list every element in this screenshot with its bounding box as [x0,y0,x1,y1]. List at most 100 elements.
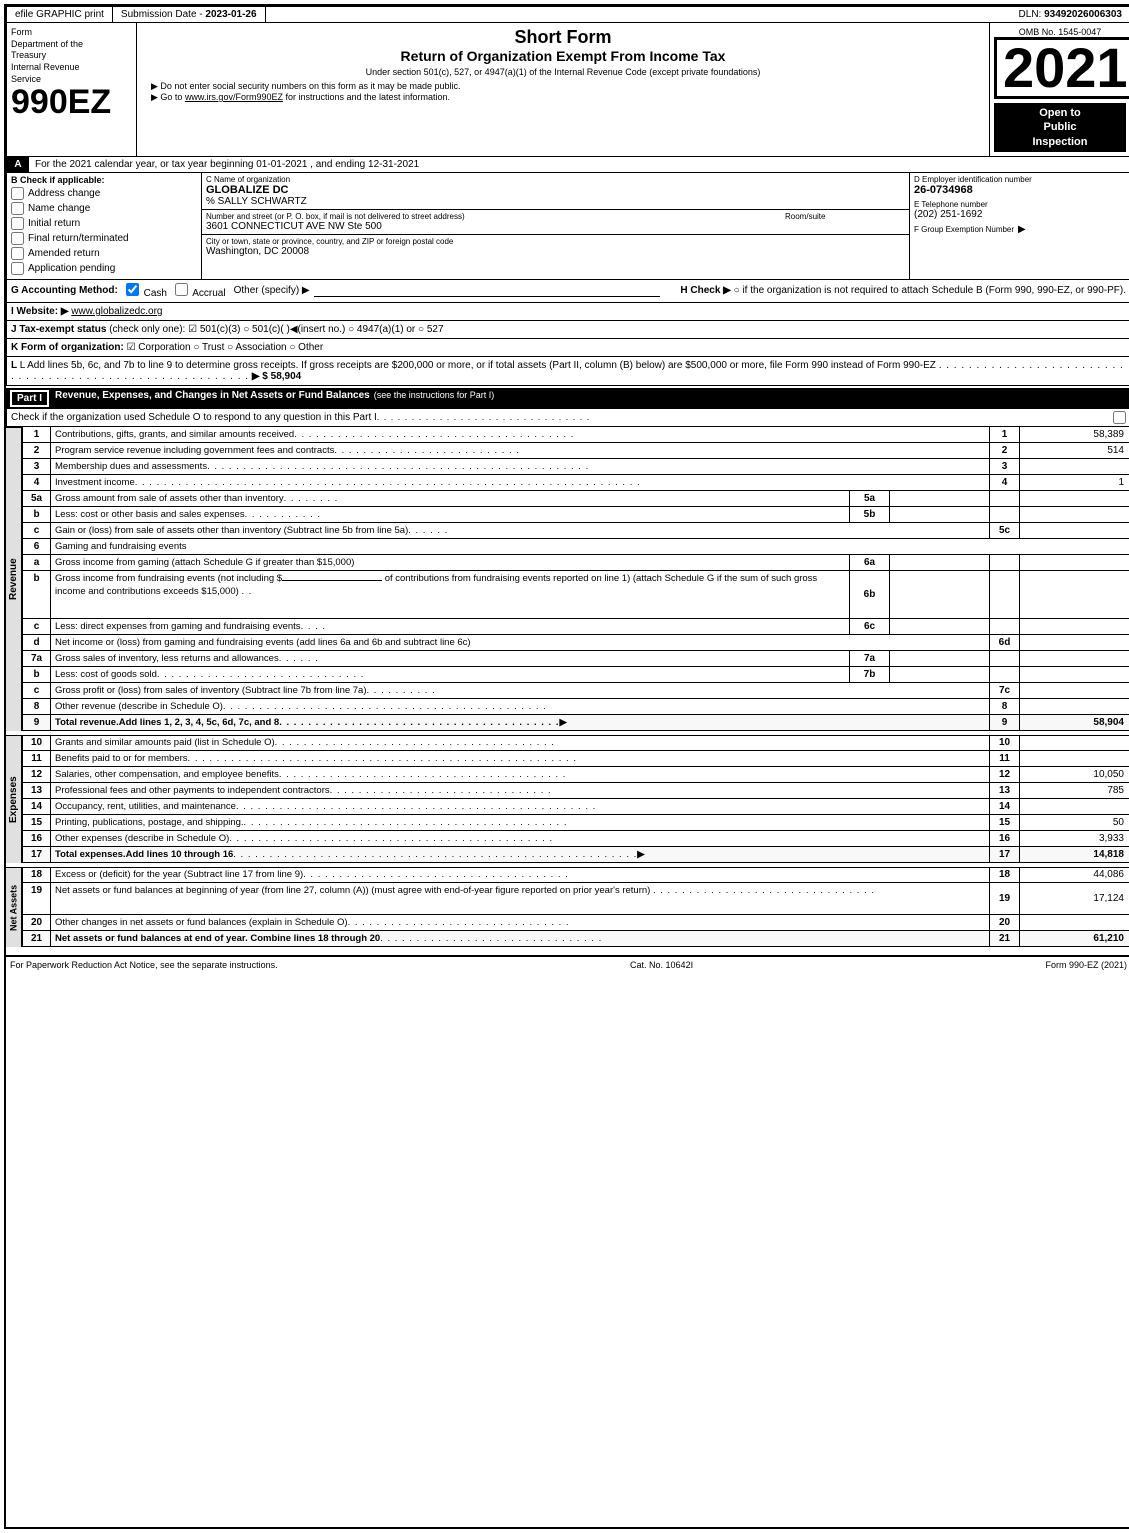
row-sub-value [890,619,990,634]
net-assets-section: Net Assets 18 Excess or (deficit) for th… [6,867,1129,947]
row-num: 17 [23,847,51,862]
table-row: 10 Grants and similar amounts paid (list… [22,735,1129,751]
table-row: 7a Gross sales of inventory, less return… [22,651,1129,667]
section-a-row: A For the 2021 calendar year, or tax yea… [6,157,1129,173]
row-label: Other revenue (describe in Schedule O) .… [51,699,990,714]
col-num: 13 [990,783,1020,798]
row-value [1020,619,1129,634]
e-label: E Telephone number [914,200,1126,209]
row-value [1020,523,1129,538]
name-change-label: Name change [28,203,90,214]
website-url: www.globalizedc.org [71,306,162,317]
sub-col: 6a [850,555,890,570]
table-row: 3 Membership dues and assessments . . . … [22,459,1129,475]
row-value: 1 [1020,475,1129,490]
row-label: Gross profit or (loss) from sales of inv… [51,683,990,698]
form-footer: Form 990-EZ (2021) [1045,960,1127,970]
street-row: Number and street (or P. O. box, if mail… [202,210,909,235]
table-row: 21 Net assets or fund balances at end of… [22,931,1129,947]
table-row: 14 Occupancy, rent, utilities, and maint… [22,799,1129,815]
row-value [1020,491,1129,506]
initial-return-row: Initial return [11,217,197,230]
col-num: 21 [990,931,1020,946]
final-return-checkbox[interactable] [11,232,24,245]
col-num: 11 [990,751,1020,766]
row-label: Total expenses. Add lines 10 through 16 … [51,847,990,862]
row-num: 14 [23,799,51,814]
address-change-row: Address change [11,187,197,200]
col-num-empty [990,651,1020,666]
instr2: ▶ Go to www.irs.gov/Form990EZ for instru… [141,92,985,103]
sub-col: 5b [850,507,890,522]
k-label: K Form of organization: [11,342,124,353]
row-label: Gain or (loss) from sale of assets other… [51,523,990,538]
section-a-label: A [7,157,29,172]
col-num: 14 [990,799,1020,814]
row-value [1020,915,1129,930]
app-pending-checkbox[interactable] [11,262,24,275]
row-num: 20 [23,915,51,930]
row-num: 16 [23,831,51,846]
row-value: 61,210 [1020,931,1129,946]
check-schedule-label: Check if the organization used Schedule … [11,412,377,423]
submission-date: Submission Date - 2023-01-26 [113,7,266,22]
section-a-text: For the 2021 calendar year, or tax year … [29,157,1129,172]
final-return-row: Final return/terminated [11,232,197,245]
row-value [1020,683,1129,698]
row-value: 58,389 [1020,427,1129,442]
row-num: d [23,635,51,650]
row-num: b [23,571,51,618]
row-label: Less: direct expenses from gaming and fu… [51,619,850,634]
row-label: Net income or (loss) from gaming and fun… [51,635,990,650]
address-change-checkbox[interactable] [11,187,24,200]
footer: For Paperwork Reduction Act Notice, see … [6,955,1129,973]
row-num: c [23,619,51,634]
check-section: B Check if applicable: Address change Na… [6,173,1129,280]
row-value: 17,124 [1020,883,1129,914]
row-num: c [23,523,51,538]
row-value: 3,933 [1020,831,1129,846]
col-num-empty [990,491,1020,506]
schedule-o-checkbox[interactable] [1113,411,1126,424]
row-value: 44,086 [1020,868,1129,882]
row-value: 514 [1020,443,1129,458]
row-label: Printing, publications, postage, and shi… [51,815,990,830]
row-label: Investment income . . . . . . . . . . . … [51,475,990,490]
col-num: 16 [990,831,1020,846]
table-row: a Gross income from gaming (attach Sched… [22,555,1129,571]
row-sub-value [890,571,990,618]
title-main: Short Form [141,27,985,48]
ein-value: 26-0734968 [914,184,1126,196]
tax-row: J Tax-exempt status (check only one): ☑ … [6,321,1129,339]
l-row: L L Add lines 5b, 6c, and 7b to line 9 t… [6,357,1129,386]
initial-return-checkbox[interactable] [11,217,24,230]
cash-checkbox[interactable] [126,283,139,296]
row-value [1020,799,1129,814]
title-under: Under section 501(c), 527, or 4947(a)(1)… [141,67,985,77]
paperwork-notice: For Paperwork Reduction Act Notice, see … [10,960,278,970]
org-info-block: C Name of organization GLOBALIZE DC % SA… [202,173,910,279]
row-num: a [23,555,51,570]
street-label: Number and street (or P. O. box, if mail… [206,212,781,221]
row-value [1020,667,1129,682]
sub-col: 5a [850,491,890,506]
accrual-checkbox[interactable] [175,283,188,296]
row-sub-value [890,667,990,682]
name-change-checkbox[interactable] [11,202,24,215]
row-num: 1 [23,427,51,442]
part1-see-instr: (see the instructions for Part I) [374,390,495,407]
phone-value: (202) 251-1692 [914,209,1126,220]
row-label: Benefits paid to or for members . . . . … [51,751,990,766]
table-row: 2 Program service revenue including gove… [22,443,1129,459]
title-center: Short Form Return of Organization Exempt… [137,23,990,156]
org-name-row: C Name of organization GLOBALIZE DC % SA… [202,173,909,210]
amended-return-checkbox[interactable] [11,247,24,260]
j-label: J Tax-exempt status [11,324,106,335]
revenue-rows: 1 Contributions, gifts, grants, and simi… [22,427,1129,731]
col-num-empty [990,571,1020,618]
street-block: Number and street (or P. O. box, if mail… [206,212,781,232]
table-row: 17 Total expenses. Add lines 10 through … [22,847,1129,863]
row-num: 8 [23,699,51,714]
col-num: 3 [990,459,1020,474]
col-num: 6d [990,635,1020,650]
